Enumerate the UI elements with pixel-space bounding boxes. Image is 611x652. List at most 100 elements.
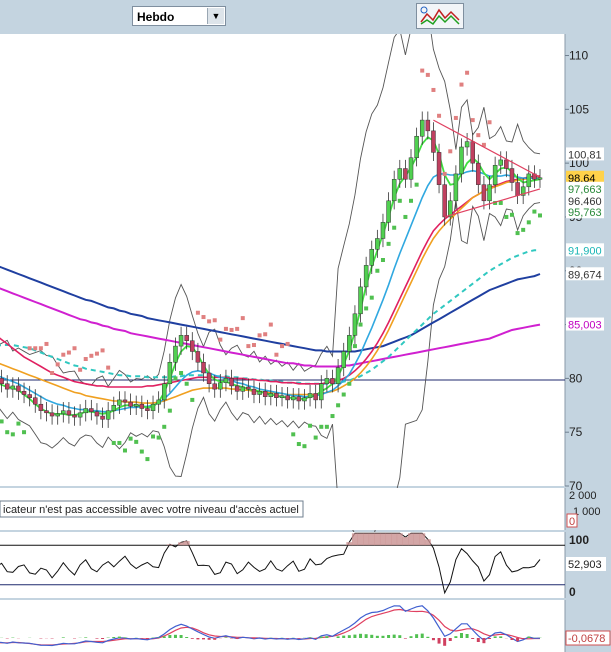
macd-bar-59 [325, 636, 329, 638]
macd-bar-12 [61, 637, 65, 638]
chevron-down-icon[interactable]: ▼ [207, 8, 224, 24]
oscillator-overbought-33 [178, 542, 185, 546]
macd-panel-bg [0, 600, 565, 652]
chart-area: 110105100959085807570 100,8198,6497,6639… [0, 34, 611, 652]
candle-body-25 [133, 403, 139, 407]
sar-point-59 [324, 424, 329, 429]
sar-point-21 [111, 440, 116, 445]
sar-point-54 [296, 442, 301, 447]
sar-point-91 [504, 214, 509, 219]
sar-point-46 [251, 343, 256, 348]
sar-point-2 [5, 430, 10, 435]
macd-bar-37 [202, 638, 206, 640]
oscillator-overbought-71 [391, 533, 398, 546]
sar-point-48 [263, 332, 268, 337]
sar-point-95 [526, 220, 531, 225]
access-notice: icateur n'est pas accessible avec votre … [3, 504, 299, 516]
macd-bar-31 [168, 635, 172, 638]
sar-point-69 [380, 258, 385, 262]
macd-bar-19 [101, 638, 105, 639]
candle-body-63 [347, 335, 352, 352]
sar-point-79 [437, 113, 442, 118]
sar-point-80 [442, 171, 447, 176]
macd-bar-93 [516, 638, 520, 642]
macd-bar-65 [359, 633, 363, 638]
macd-bar-68 [375, 635, 379, 638]
sar-point-55 [302, 444, 307, 449]
macd-bar-16 [84, 637, 88, 638]
candle-body-17 [89, 408, 94, 412]
candle-body-58 [319, 383, 324, 401]
macd-bar-35 [190, 638, 194, 639]
price-tick-0: 110 [569, 49, 588, 63]
macd-bar-81 [448, 638, 452, 641]
value-label-text-0: 100,81 [568, 149, 602, 161]
macd-bar-89 [493, 636, 497, 638]
volume-tick-0: 2 000 [569, 490, 597, 502]
sar-point-13 [66, 350, 71, 355]
candle-body-93 [515, 182, 520, 196]
candle-body-13 [66, 410, 72, 416]
macd-bar-66 [364, 634, 368, 638]
macd-bar-57 [314, 638, 318, 639]
candle-body-14 [72, 414, 77, 418]
candle-body-41 [223, 378, 229, 383]
value-label-6: 89,674 [566, 267, 604, 281]
candle-body-71 [391, 179, 397, 202]
sar-point-34 [184, 381, 189, 386]
sar-point-77 [425, 72, 430, 77]
candle-body-7 [33, 397, 38, 405]
value-label-text-6: 89,674 [568, 269, 602, 281]
macd-bar-75 [415, 634, 419, 638]
sar-point-27 [145, 457, 150, 462]
sar-point-10 [50, 371, 55, 375]
candle-body-85 [470, 141, 475, 164]
sar-point-43 [235, 326, 240, 331]
oscillator-overbought-74 [408, 533, 415, 546]
oscillator-overbought-34 [183, 540, 190, 546]
sar-point-22 [117, 440, 122, 445]
sar-point-83 [459, 82, 464, 87]
sar-point-7 [33, 346, 38, 351]
sar-point-67 [369, 295, 374, 300]
macd-bar-27 [145, 638, 149, 639]
sar-point-17 [89, 353, 94, 358]
oscillator-overbought-69 [379, 533, 386, 546]
macd-bar-56 [308, 637, 312, 638]
sar-point-63 [347, 381, 352, 386]
candle-body-11 [55, 413, 60, 417]
sar-point-45 [246, 344, 251, 349]
candle-body-47 [257, 391, 262, 395]
macd-bar-85 [471, 638, 475, 639]
candle-body-67 [369, 248, 375, 266]
sar-point-31 [167, 408, 172, 413]
candle-body-22 [117, 399, 122, 406]
candle-body-34 [184, 335, 189, 341]
candle-body-50 [274, 393, 279, 399]
macd-bar-67 [370, 634, 374, 638]
macd-bar-90 [499, 636, 503, 638]
candle-body-92 [509, 168, 515, 183]
macd-bar-74 [409, 636, 413, 638]
candle-body-23 [122, 399, 128, 403]
sar-point-96 [532, 209, 537, 214]
candle-body-69 [380, 222, 386, 239]
macd-bar-70 [387, 635, 391, 638]
macd-bar-64 [353, 634, 357, 638]
macd-bar-71 [392, 634, 396, 638]
indicator-chart-button[interactable] [416, 3, 464, 29]
candle-body-6 [27, 394, 32, 399]
sar-point-74 [409, 198, 414, 203]
candle-body-60 [330, 378, 335, 385]
macd-bar-58 [319, 636, 323, 638]
period-select[interactable]: Hebdo ▼ [132, 6, 226, 26]
candle-body-4 [16, 385, 21, 392]
macd-bar-69 [381, 635, 385, 638]
sar-point-70 [386, 241, 391, 246]
macd-bar-23 [123, 637, 127, 638]
candle-body-26 [139, 403, 145, 409]
sar-point-62 [341, 392, 346, 397]
candle-body-89 [492, 165, 498, 185]
candle-body-35 [190, 340, 195, 352]
candle-body-2 [4, 383, 10, 390]
